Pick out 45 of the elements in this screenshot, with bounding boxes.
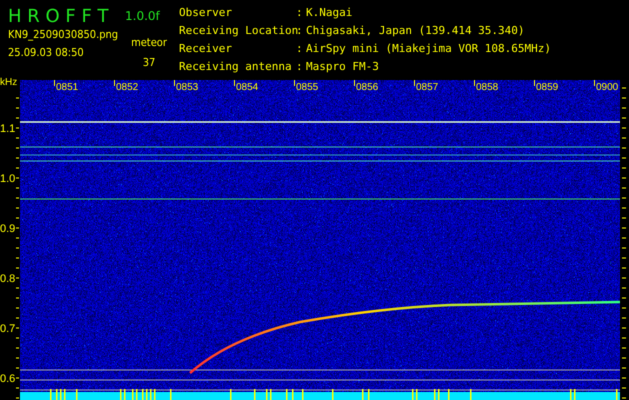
tick-mark <box>474 80 475 86</box>
filename-label: KN9_2509030850.png <box>8 28 120 41</box>
field-label: Receiver <box>179 42 233 57</box>
frequency-label: 0.7 <box>0 323 16 335</box>
time-label: 0854 <box>236 82 258 93</box>
app-title: H R O F F T <box>8 6 110 27</box>
time-label: 0851 <box>56 82 78 93</box>
field-value: Maspro FM-3 <box>306 60 380 75</box>
field-value: Chigasaki, Japan (139.414 35.340) <box>306 24 526 39</box>
colon-separator: : <box>296 60 304 75</box>
time-label: 0853 <box>176 82 198 93</box>
colon-separator: : <box>296 6 304 21</box>
tick-mark <box>354 80 355 86</box>
field-value: K.Nagai <box>306 6 354 21</box>
field-label: Receiving Location <box>179 24 296 39</box>
timestamp-label: 25.09.03 08:50 <box>8 46 85 59</box>
time-label: 0857 <box>416 82 438 93</box>
tick-mark <box>594 80 595 86</box>
unit-label: kHz <box>0 77 18 88</box>
frequency-label: 1.0 <box>0 173 16 185</box>
tick-mark <box>54 80 55 86</box>
tick-mark <box>534 80 535 86</box>
time-label: 0858 <box>476 82 498 93</box>
time-label: 0900 <box>596 82 618 93</box>
frequency-label: 0.9 <box>0 223 16 235</box>
frequency-label: 0.6 <box>0 373 16 385</box>
time-label: 0856 <box>356 82 378 93</box>
colon-separator: : <box>296 42 304 57</box>
tick-mark <box>234 80 235 86</box>
event-count: 37 <box>142 55 156 69</box>
field-value: AirSpy mini (Miakejima VOR 108.65MHz) <box>306 42 552 57</box>
tick-mark <box>294 80 295 86</box>
time-label: 0852 <box>116 82 138 93</box>
time-label: 0859 <box>536 82 558 93</box>
tick-mark <box>414 80 415 86</box>
event-type-label: meteor <box>130 35 168 49</box>
field-label: Receiving antenna <box>179 60 293 75</box>
colon-separator: : <box>296 24 304 39</box>
frequency-label: 1.1 <box>0 123 16 135</box>
version-label: 1.0.0f <box>125 8 161 23</box>
tick-mark <box>114 80 115 86</box>
time-label: 0855 <box>296 82 318 93</box>
field-label: Observer <box>179 6 233 21</box>
frequency-label: 0.8 <box>0 273 16 285</box>
tick-mark <box>174 80 175 86</box>
